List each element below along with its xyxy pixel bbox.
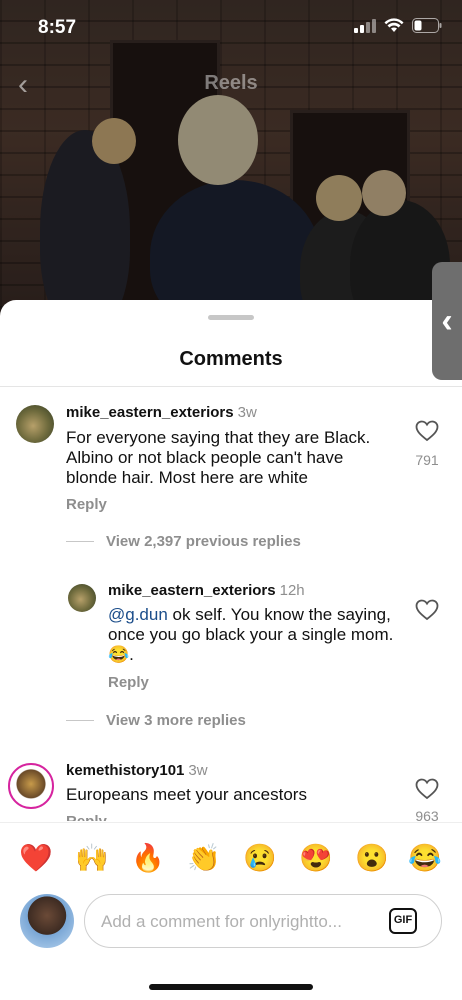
comment-username[interactable]: mike_eastern_exteriors 3w bbox=[66, 404, 257, 421]
comment-composer: Add a comment for onlyrightto... GIF bbox=[0, 892, 462, 962]
reply-item: mike_eastern_exteriors 12h @g.dun ok self… bbox=[0, 572, 462, 752]
mention-link[interactable]: @g.dun bbox=[108, 605, 168, 624]
side-panel-tab[interactable]: ‹ bbox=[432, 262, 462, 380]
raised-hands-emoji-button[interactable]: 🙌 bbox=[75, 841, 109, 875]
status-time: 8:57 bbox=[38, 17, 77, 38]
heart-icon[interactable] bbox=[415, 778, 439, 800]
comment-item: mike_eastern_exteriors 3w For everyone sa… bbox=[0, 387, 462, 567]
reply-button[interactable]: Reply bbox=[66, 496, 107, 513]
clapping-emoji-button[interactable]: 👏 bbox=[187, 841, 221, 875]
chevron-left-icon: ‹ bbox=[441, 301, 453, 340]
wifi-icon bbox=[384, 18, 404, 32]
comments-list[interactable]: mike_eastern_exteriors 3w For everyone sa… bbox=[0, 387, 462, 821]
comments-sheet: Comments mike_eastern_exteriors 3w For ev… bbox=[0, 300, 462, 1000]
comment-username[interactable]: kemethistory101 3w bbox=[66, 762, 208, 779]
avatar[interactable] bbox=[68, 584, 96, 612]
laughing-emoji-button[interactable]: 😂 bbox=[408, 841, 442, 875]
status-icons bbox=[354, 18, 442, 33]
my-avatar bbox=[20, 894, 74, 948]
battery-icon bbox=[412, 18, 442, 33]
crying-emoji-button[interactable]: 😢 bbox=[243, 841, 277, 875]
like-count: 963 bbox=[415, 808, 439, 821]
reels-title: Reels bbox=[204, 72, 258, 94]
status-bar: 8:57 bbox=[0, 0, 462, 56]
like-count: 791 bbox=[415, 452, 439, 468]
comment-timestamp: 12h bbox=[279, 582, 305, 599]
avatar[interactable] bbox=[8, 763, 54, 809]
comment-input[interactable]: Add a comment for onlyrightto... GIF bbox=[84, 894, 442, 948]
view-replies-button[interactable]: View 2,397 previous replies bbox=[66, 533, 301, 550]
emoji-quick-bar: ❤️ 🙌 🔥 👏 😢 😍 😮 😂 bbox=[0, 822, 462, 894]
home-indicator bbox=[149, 984, 313, 990]
comment-text: @g.dun ok self. You know the saying, onc… bbox=[108, 605, 394, 664]
comment-timestamp: 3w bbox=[188, 762, 208, 779]
gif-button[interactable]: GIF bbox=[389, 908, 417, 934]
surprised-emoji-button[interactable]: 😮 bbox=[355, 841, 389, 875]
heart-icon[interactable] bbox=[415, 420, 439, 442]
sheet-title: Comments bbox=[179, 348, 283, 370]
view-more-replies-button[interactable]: View 3 more replies bbox=[66, 712, 246, 729]
reply-button[interactable]: Reply bbox=[108, 674, 149, 691]
comment-item: kemethistory101 3w Europeans meet your an… bbox=[0, 755, 462, 821]
comment-timestamp: 3w bbox=[237, 404, 257, 421]
avatar[interactable] bbox=[16, 405, 54, 443]
comment-text: For everyone saying that they are Black.… bbox=[66, 428, 371, 487]
reels-header: ‹ Reels bbox=[0, 66, 462, 104]
fire-emoji-button[interactable]: 🔥 bbox=[131, 841, 165, 875]
heart-eyes-emoji-button[interactable]: 😍 bbox=[299, 841, 333, 875]
comment-input-placeholder: Add a comment for onlyrightto... bbox=[101, 912, 342, 931]
reply-button[interactable]: Reply bbox=[66, 813, 107, 821]
heart-emoji-button[interactable]: ❤️ bbox=[19, 841, 53, 875]
cellular-signal-icon bbox=[354, 18, 376, 33]
heart-icon[interactable] bbox=[415, 599, 439, 621]
comment-username[interactable]: mike_eastern_exteriors 12h bbox=[108, 582, 305, 599]
sheet-grabber[interactable] bbox=[208, 315, 254, 320]
comment-text: Europeans meet your ancestors bbox=[66, 785, 307, 804]
